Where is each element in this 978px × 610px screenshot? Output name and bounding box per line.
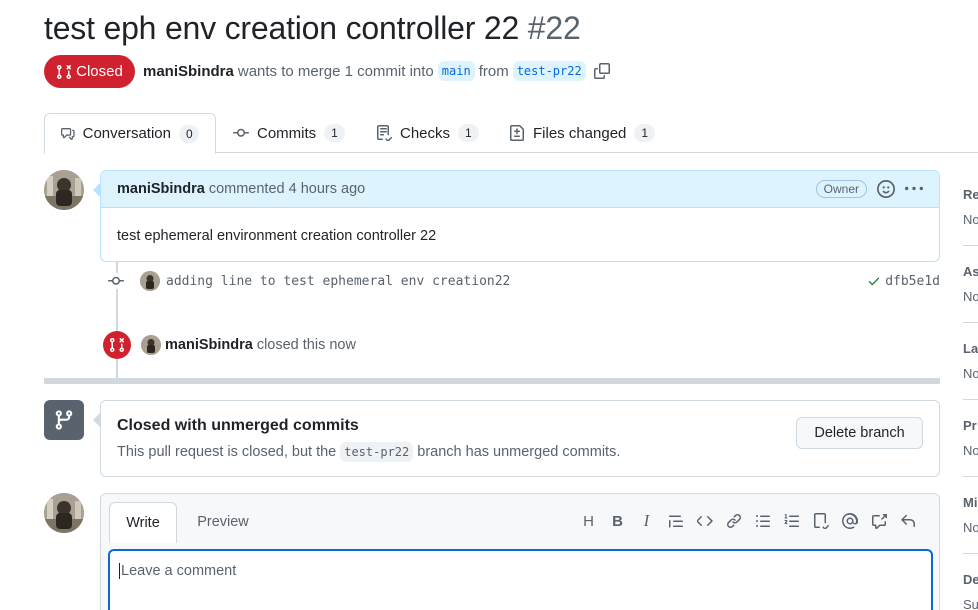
tab-checks-label: Checks <box>400 124 451 142</box>
status-badge-label: Closed <box>76 63 123 80</box>
comment-actions: Owner <box>815 180 923 198</box>
git-commit-icon <box>108 273 124 289</box>
tab-commits[interactable]: Commits 1 <box>217 113 361 153</box>
tab-commits-label: Commits <box>257 124 317 142</box>
commit-sha: dfb5e1d <box>867 274 940 289</box>
merge-desc-before: This pull request is closed, but the <box>117 444 337 460</box>
closed-event-text: closed this now <box>256 337 356 353</box>
sidebar-milestone-label[interactable]: Mi <box>963 495 977 510</box>
pr-title-text: test eph env creation controller 22 <box>44 10 520 46</box>
merge-box-title: Closed with unmerged commits <box>117 417 359 434</box>
pull-request-closed-icon <box>110 337 125 353</box>
tab-checks-count: 1 <box>458 124 479 142</box>
quote-icon[interactable] <box>667 510 684 532</box>
sidebar-projects-label[interactable]: Pr <box>963 418 977 433</box>
status-badge: Closed <box>44 55 135 88</box>
smiley-icon[interactable] <box>877 180 895 198</box>
base-branch-link[interactable]: main <box>437 61 475 81</box>
checklist-icon <box>377 125 392 141</box>
sidebar-reviewers-value: No <box>963 212 978 227</box>
merge-desc-after: branch has unmerged commits. <box>417 444 621 460</box>
sidebar-divider <box>963 245 978 246</box>
link-icon[interactable] <box>725 510 742 532</box>
comment-body: test ephemeral environment creation cont… <box>117 228 437 244</box>
merge-box-description: This pull request is closed, but the tes… <box>117 442 620 462</box>
sidebar-labels-label[interactable]: La <box>963 341 978 356</box>
commit-item: adding line to test ephemeral env creati… <box>108 270 940 292</box>
cross-reference-icon[interactable] <box>870 510 887 532</box>
closed-event: maniSbindra closed this now <box>141 335 356 355</box>
avatar[interactable] <box>44 493 84 533</box>
git-commit-icon <box>233 128 249 137</box>
tab-commits-count: 1 <box>324 124 345 142</box>
pull-request-closed-icon <box>57 64 72 79</box>
sidebar-divider <box>963 322 978 323</box>
avatar[interactable] <box>44 170 84 210</box>
sidebar-reviewers-label[interactable]: Re <box>963 187 978 202</box>
sidebar-divider <box>963 399 978 400</box>
unordered-list-icon[interactable] <box>754 510 771 532</box>
sidebar-assignees-label[interactable]: As <box>963 264 978 279</box>
tab-conversation-count: 0 <box>179 124 199 143</box>
tab-preview[interactable]: Preview <box>186 502 260 542</box>
tab-write[interactable]: Write <box>109 502 177 543</box>
comment-author-link[interactable]: maniSbindra <box>117 181 205 197</box>
sidebar-divider <box>963 553 978 554</box>
markdown-toolbar: H B I <box>580 510 916 532</box>
pr-title: test eph env creation controller 22 #22 <box>44 10 581 47</box>
copy-icon[interactable] <box>593 63 610 79</box>
bold-icon[interactable]: B <box>609 510 626 532</box>
tab-checks[interactable]: Checks 1 <box>360 113 495 153</box>
pr-meta-text: wants to merge 1 commit into <box>237 62 434 80</box>
closed-event-author-link[interactable]: maniSbindra <box>165 337 253 353</box>
tab-files-changed-count: 1 <box>634 124 656 142</box>
check-icon[interactable] <box>867 274 881 288</box>
text-cursor <box>119 563 120 580</box>
comment-discussion-icon <box>61 127 75 140</box>
ordered-list-icon[interactable] <box>783 510 800 532</box>
closed-event-icon-badge <box>103 331 131 359</box>
tab-files-changed-label: Files changed <box>533 124 627 142</box>
delete-branch-button[interactable]: Delete branch <box>796 417 923 449</box>
comment-header: maniSbindra commented 4 hours ago Owner <box>101 171 939 208</box>
mention-icon[interactable] <box>841 510 858 532</box>
commit-author-avatar[interactable] <box>140 271 160 291</box>
comment-textarea[interactable]: Leave a comment <box>108 549 933 610</box>
unmerged-branch-label[interactable]: test-pr22 <box>340 442 414 462</box>
sidebar-development-value: Su <box>963 597 978 610</box>
tab-conversation-label: Conversation <box>82 125 171 142</box>
sidebar-labels-value: No <box>963 366 978 381</box>
comment-box: maniSbindra commented 4 hours ago Owner … <box>100 170 940 262</box>
kebab-horizontal-icon[interactable] <box>905 180 923 198</box>
code-icon[interactable] <box>696 510 713 532</box>
heading-icon[interactable]: H <box>580 510 597 532</box>
avatar-image <box>44 493 84 533</box>
owner-badge: Owner <box>815 180 867 198</box>
sidebar-development-label[interactable]: De <box>963 572 978 587</box>
tasklist-icon[interactable] <box>812 510 829 532</box>
italic-icon[interactable]: I <box>638 510 655 532</box>
comment-timestamp[interactable]: commented 4 hours ago <box>209 181 365 197</box>
sidebar-milestone-value: No <box>963 520 978 535</box>
sidebar-projects-value: No <box>963 443 978 458</box>
pr-number: #22 <box>527 10 581 46</box>
reply-icon[interactable] <box>899 510 916 532</box>
commit-message-link[interactable]: adding line to test ephemeral env creati… <box>166 274 510 289</box>
pr-author-link[interactable]: maniSbindra <box>143 63 234 80</box>
tab-files-changed[interactable]: Files changed 1 <box>493 113 671 153</box>
closed-event-avatar[interactable] <box>141 335 161 355</box>
merge-status-icon-badge <box>44 400 84 440</box>
file-diff-icon <box>510 125 524 141</box>
tab-conversation[interactable]: Conversation 0 <box>44 113 216 154</box>
comment-placeholder: Leave a comment <box>121 563 237 579</box>
head-branch-link[interactable]: test-pr22 <box>512 61 586 81</box>
sidebar-divider <box>963 476 978 477</box>
pr-meta: maniSbindra wants to merge 1 commit into… <box>143 61 610 81</box>
timeline-end-divider <box>44 378 940 384</box>
avatar-image <box>44 170 84 210</box>
git-branch-icon <box>55 410 73 430</box>
sidebar-assignees-value: No <box>963 289 978 304</box>
from-text: from <box>478 62 509 80</box>
commit-sha-link[interactable]: dfb5e1d <box>885 274 940 289</box>
